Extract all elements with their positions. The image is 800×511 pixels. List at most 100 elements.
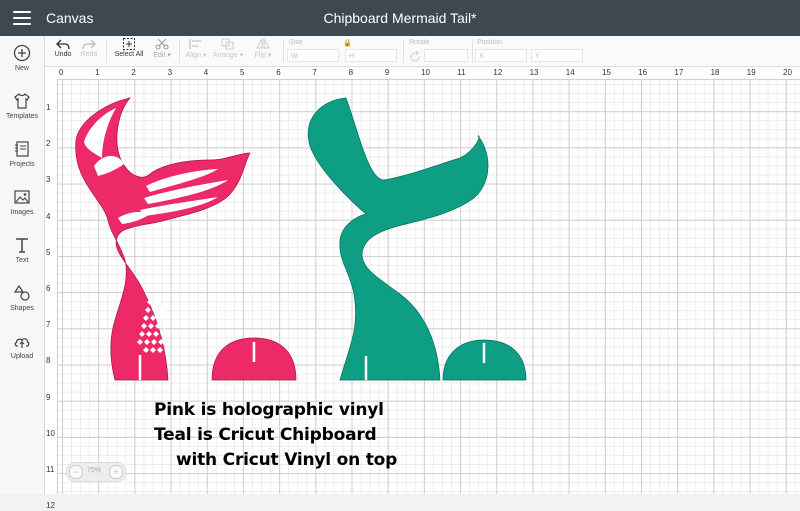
sidebar-item-label: Shapes xyxy=(10,305,34,312)
ruler-tick-label: 9 xyxy=(46,392,51,402)
redo-button[interactable]: Redo xyxy=(77,36,101,58)
scale-cutout xyxy=(154,299,160,305)
ruler-tick-label: 20 xyxy=(783,68,792,77)
ruler-tick-label: 7 xyxy=(46,320,51,330)
ruler-tick-label: 18 xyxy=(710,68,720,77)
tshirt-icon xyxy=(14,93,30,109)
ruler-tick-label: 10 xyxy=(421,68,430,77)
scale-cutout xyxy=(162,323,168,329)
shapes-icon xyxy=(13,284,30,301)
upload-cloud-icon xyxy=(14,338,30,348)
sidebar-item-templates[interactable]: Templates xyxy=(0,92,44,120)
scale-cutout xyxy=(157,315,163,321)
rotate-input[interactable] xyxy=(424,49,468,62)
zoom-level: 75% xyxy=(87,467,102,474)
sidebar-item-projects[interactable]: Projects xyxy=(0,140,44,168)
teal-mermaid-tail[interactable] xyxy=(307,97,489,381)
ruler-tick-label: 4 xyxy=(203,68,209,77)
edit-menu-button[interactable]: Edit ▾ xyxy=(148,36,176,59)
pink-mermaid-tail[interactable] xyxy=(75,97,251,381)
size-label: Size xyxy=(289,39,303,46)
ruler-tick-label: 10 xyxy=(46,428,55,438)
chevron-down-icon: ▾ xyxy=(201,52,207,59)
select-all-button[interactable]: Select All xyxy=(111,36,147,58)
pink-stand-piece[interactable] xyxy=(211,337,297,381)
plus-circle-icon xyxy=(13,44,31,62)
width-input[interactable]: W xyxy=(287,49,339,62)
ruler-tick-label: 0 xyxy=(59,68,64,77)
projects-icon xyxy=(15,141,29,157)
sidebar-item-images[interactable]: Images xyxy=(0,188,44,216)
ruler-tick-label: 15 xyxy=(602,68,611,77)
ruler-tick-label: 7 xyxy=(312,68,317,77)
toolbar-divider xyxy=(179,39,180,63)
ruler-tick-label: 12 xyxy=(493,68,503,77)
undo-icon xyxy=(56,39,70,50)
ruler-tick-label: 11 xyxy=(457,68,466,77)
x-position-input[interactable]: X xyxy=(475,49,527,62)
design-canvas[interactable]: Pink is holographic vinyl Teal is Cricut… xyxy=(58,80,800,494)
top-header: Canvas Chipboard Mermaid Tail* xyxy=(0,0,800,36)
height-input[interactable]: H xyxy=(345,49,397,62)
scale-cutout xyxy=(159,307,165,313)
y-position-input[interactable]: Y xyxy=(531,49,583,62)
ruler-tick-label: 3 xyxy=(46,175,51,185)
align-menu-button[interactable]: Align ▾ xyxy=(183,36,209,59)
chevron-down-icon: ▾ xyxy=(165,52,171,59)
left-sidebar: New Templates Projects Images Text Shape… xyxy=(0,36,45,494)
ruler-tick-label: 5 xyxy=(240,68,245,77)
ruler-tick-label: 9 xyxy=(384,68,390,77)
redo-icon xyxy=(82,39,96,50)
caption-line-1: Pink is holographic vinyl xyxy=(154,400,384,420)
ruler-tick-label: 4 xyxy=(46,211,51,221)
ruler-tick-label: 19 xyxy=(746,68,756,77)
arrange-menu-button[interactable]: Arrange ▾ xyxy=(211,36,245,59)
undo-button[interactable]: Undo xyxy=(51,36,75,58)
ruler-tick-label: 14 xyxy=(565,68,575,77)
sidebar-item-label: Images xyxy=(10,209,34,216)
zoom-control: − 75% + xyxy=(66,462,126,482)
ruler-tick-label: 8 xyxy=(348,68,354,77)
ruler-tick-label: 6 xyxy=(46,284,51,293)
ruler-tick-label: 1 xyxy=(46,103,51,112)
chevron-down-icon: ▾ xyxy=(237,52,244,59)
rotate-label: Rotate xyxy=(409,39,430,46)
scissors-icon xyxy=(155,38,169,50)
ruler-tick-label: 2 xyxy=(46,139,51,149)
flip-menu-button[interactable]: Flip ▾ xyxy=(249,36,277,59)
ruler-tick-label: 2 xyxy=(131,68,136,77)
sidebar-item-text[interactable]: Text xyxy=(0,236,44,264)
sidebar-item-upload[interactable]: Upload xyxy=(0,332,44,360)
lock-icon[interactable]: 🔒 xyxy=(343,39,352,47)
ruler-tick-label: 8 xyxy=(46,356,51,366)
teal-stand-piece[interactable] xyxy=(442,339,527,381)
caption-line-3: with Cricut Vinyl on top xyxy=(176,450,398,470)
ruler-tick-label: 12 xyxy=(46,501,55,511)
position-label: Position xyxy=(477,39,502,46)
toolbar-divider xyxy=(283,39,284,63)
flip-icon xyxy=(256,38,270,49)
rotate-icon xyxy=(409,50,421,68)
ruler-tick-label: 16 xyxy=(638,68,648,77)
project-title: Chipboard Mermaid Tail* xyxy=(323,10,477,26)
zoom-in-button[interactable]: + xyxy=(109,465,123,479)
sidebar-item-label: Text xyxy=(15,257,29,264)
sidebar-item-label: Projects xyxy=(9,161,35,168)
zoom-out-button[interactable]: − xyxy=(69,465,83,479)
ruler-tick-label: 17 xyxy=(674,68,684,77)
arrange-icon xyxy=(221,38,234,50)
toolbar-divider xyxy=(106,39,107,63)
ruler-tick-label: 6 xyxy=(276,68,281,77)
ruler-tick-label: 1 xyxy=(95,68,100,77)
edit-toolbar: Undo Redo Select All Edit ▾ Align ▾ Arra… xyxy=(45,36,800,67)
toolbar-divider xyxy=(403,39,404,63)
ruler-tick-label: 3 xyxy=(167,68,173,77)
sidebar-item-new[interactable]: New xyxy=(0,44,44,72)
sidebar-item-label: Templates xyxy=(6,113,38,120)
caption-line-2: Teal is Cricut Chipboard xyxy=(154,425,377,445)
text-icon xyxy=(16,238,28,253)
images-icon xyxy=(14,190,30,204)
sidebar-item-shapes[interactable]: Shapes xyxy=(0,284,44,312)
ruler-tick-label: 11 xyxy=(46,465,55,474)
sidebar-item-label: Upload xyxy=(10,353,34,360)
